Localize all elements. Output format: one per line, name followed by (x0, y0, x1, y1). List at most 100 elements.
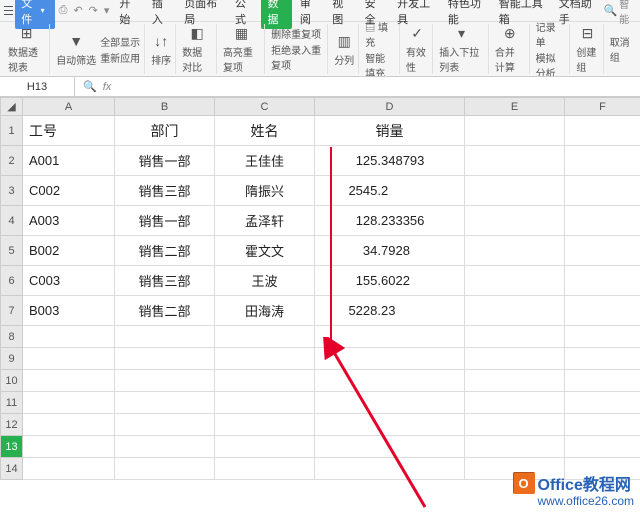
cell[interactable]: 姓名 (215, 116, 315, 146)
cell[interactable]: 5228.23 (315, 296, 465, 326)
cell[interactable]: 工号 (23, 116, 115, 146)
cell[interactable] (565, 206, 640, 236)
cell[interactable] (465, 326, 565, 348)
cell[interactable] (565, 236, 640, 266)
cell[interactable] (115, 458, 215, 480)
cell[interactable] (565, 176, 640, 206)
row-header[interactable]: 2 (1, 146, 23, 176)
cell[interactable] (465, 296, 565, 326)
cell[interactable] (23, 458, 115, 480)
row-header[interactable]: 5 (1, 236, 23, 266)
cell[interactable] (23, 436, 115, 458)
cell[interactable]: 125.348793 (315, 146, 465, 176)
row-header[interactable]: 14 (1, 458, 23, 480)
cell[interactable] (215, 348, 315, 370)
ribbon-compare[interactable]: ◧ 数据对比 (178, 24, 217, 74)
ribbon-record[interactable]: 记录单 (536, 22, 566, 49)
col-header-b[interactable]: B (115, 98, 215, 116)
row-header[interactable]: 7 (1, 296, 23, 326)
row-header[interactable]: 13 (1, 436, 23, 458)
ribbon-reapply[interactable]: 重新应用 (100, 50, 140, 65)
ribbon-text-to-columns[interactable]: ▥ 分列 (330, 24, 359, 74)
cell[interactable]: A003 (23, 206, 115, 236)
ribbon-consolidate[interactable]: ⊕ 合并计算 (491, 24, 530, 74)
cell[interactable] (565, 436, 640, 458)
cell[interactable]: 销售一部 (115, 206, 215, 236)
chevron-down-icon[interactable]: ▾ (104, 4, 110, 17)
cell[interactable] (565, 326, 640, 348)
cell[interactable] (115, 436, 215, 458)
ribbon-validity[interactable]: ✓ 有效性 (402, 24, 433, 74)
cell[interactable]: B003 (23, 296, 115, 326)
cell[interactable]: C002 (23, 176, 115, 206)
cell[interactable]: B002 (23, 236, 115, 266)
cell[interactable] (23, 392, 115, 414)
select-all-corner[interactable]: ◢ (1, 98, 23, 116)
ribbon-autofilter[interactable]: ▼ 自动筛选 (56, 31, 96, 67)
col-header-a[interactable]: A (23, 98, 115, 116)
cell[interactable] (565, 146, 640, 176)
cell[interactable] (115, 326, 215, 348)
cell[interactable] (565, 414, 640, 436)
cell[interactable]: 王佳佳 (215, 146, 315, 176)
cell[interactable] (565, 392, 640, 414)
cell[interactable] (465, 116, 565, 146)
cell[interactable]: 155.6022 (315, 266, 465, 296)
cell[interactable]: 隋振兴 (215, 176, 315, 206)
cell[interactable] (115, 414, 215, 436)
ribbon-pivot[interactable]: ⊞ 数据透视表 (4, 24, 50, 74)
save-icon[interactable]: ⎙ (59, 4, 68, 17)
cell[interactable] (215, 436, 315, 458)
cell[interactable]: 霍文文 (215, 236, 315, 266)
cell[interactable] (465, 414, 565, 436)
col-header-e[interactable]: E (465, 98, 565, 116)
cell[interactable] (23, 370, 115, 392)
formula-area[interactable]: 🔍 fx (75, 80, 119, 93)
cell[interactable] (115, 348, 215, 370)
cell[interactable]: 销量 (315, 116, 465, 146)
cell[interactable] (465, 348, 565, 370)
col-header-f[interactable]: F (565, 98, 640, 116)
row-header[interactable]: 1 (1, 116, 23, 146)
cell[interactable]: 销售一部 (115, 146, 215, 176)
col-header-c[interactable]: C (215, 98, 315, 116)
cell[interactable] (465, 436, 565, 458)
ribbon-smart-fill[interactable]: 智能填充 (365, 50, 395, 78)
row-header[interactable]: 10 (1, 370, 23, 392)
lookup-icon[interactable]: 🔍 (83, 80, 97, 93)
cell[interactable]: 销售三部 (115, 176, 215, 206)
cell[interactable]: A001 (23, 146, 115, 176)
cell[interactable]: 王波 (215, 266, 315, 296)
cell[interactable] (23, 326, 115, 348)
cell[interactable] (23, 414, 115, 436)
undo-icon[interactable]: ↶ (73, 4, 82, 17)
ribbon-fill[interactable]: ▤ 填充 (365, 22, 395, 49)
cell[interactable] (465, 146, 565, 176)
cell[interactable] (115, 370, 215, 392)
cell[interactable] (465, 236, 565, 266)
cell[interactable] (215, 370, 315, 392)
ribbon-sort[interactable]: ↓↑ 排序 (147, 24, 176, 74)
cell[interactable] (565, 370, 640, 392)
cell[interactable]: 孟泽轩 (215, 206, 315, 236)
row-header[interactable]: 9 (1, 348, 23, 370)
row-header[interactable]: 8 (1, 326, 23, 348)
cell[interactable] (565, 348, 640, 370)
ribbon-ungroup-btn[interactable]: 取消组 (606, 24, 636, 74)
cell[interactable] (565, 296, 640, 326)
cell[interactable] (215, 414, 315, 436)
hamburger-icon[interactable] (4, 6, 13, 15)
cell[interactable] (215, 326, 315, 348)
cell[interactable] (215, 458, 315, 480)
cell[interactable]: 田海涛 (215, 296, 315, 326)
cell[interactable] (565, 266, 640, 296)
cell[interactable]: 销售二部 (115, 296, 215, 326)
spreadsheet-grid[interactable]: ◢ A B C D E F 1工号部门姓名销量2A001销售一部王佳佳125.3… (0, 97, 640, 480)
search-icon[interactable]: 🔍 (604, 4, 618, 17)
cell[interactable] (465, 176, 565, 206)
ribbon-remove-dup[interactable]: 删除重复项 (271, 26, 323, 41)
cell[interactable]: 销售三部 (115, 266, 215, 296)
cell[interactable] (23, 348, 115, 370)
ribbon-dropdown[interactable]: ▾ 插入下拉列表 (435, 24, 489, 74)
fx-label[interactable]: fx (103, 81, 112, 93)
